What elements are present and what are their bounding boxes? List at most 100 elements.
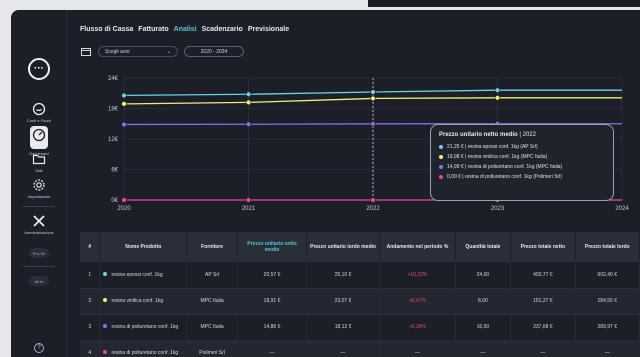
dashboard-icon — [32, 128, 46, 142]
data-point — [121, 101, 127, 107]
year-select[interactable]: Scegli anni ⌄ — [98, 46, 178, 57]
chart-tooltip: Prezzo unitario netto medio | 2022 21,25… — [430, 124, 614, 201]
data-point — [370, 95, 376, 102]
cell-number: 3 — [80, 314, 101, 341]
data-point — [370, 197, 376, 203]
cell-total-net: 237,68 € — [510, 314, 576, 341]
legend-dot — [103, 323, 108, 328]
col-header-product[interactable]: Nome Prodotto — [99, 232, 188, 262]
products-table: # Nome Prodotto Fornitore Prezzo unitari… — [80, 232, 640, 357]
x-tick-label: 2021 — [242, 206, 256, 212]
cell-total-net: 493,77 € — [510, 262, 576, 289]
cell-supplier: MPC Italia — [186, 314, 239, 341]
y-tick-label: 24€ — [108, 76, 119, 82]
wallet-icon — [32, 102, 46, 116]
cell-quantity: 8,00 — [455, 288, 512, 315]
cell-product: resina vinilica conf. 1kg — [99, 288, 188, 315]
divider — [23, 206, 55, 207]
tools-icon — [33, 215, 45, 227]
y-tick-label: 6€ — [111, 168, 118, 174]
calendar-icon[interactable] — [80, 47, 92, 57]
table-row[interactable]: 3 resina di poliuretano conf. 1kg MPC It… — [80, 314, 640, 341]
data-point — [245, 91, 252, 97]
cell-total-gross: 289,97 € — [575, 314, 640, 341]
tab-previsionale[interactable]: Previsionale — [248, 26, 289, 33]
tab-bar: Flusso di Cassa Fatturato Analisi Scaden… — [80, 26, 289, 33]
user-pill[interactable]: Mi m — [29, 276, 49, 286]
tooltip-row-text: 19,98 € | resina vinilica conf. 1kg (MPC… — [447, 154, 548, 160]
sidebar-item-amministrazione[interactable]: Amministrazione — [11, 214, 67, 235]
cell-total-net: 151,27 € — [510, 288, 576, 315]
tab-analisi[interactable]: Analisi — [174, 26, 197, 33]
cell-trend: +10,22% — [379, 262, 456, 289]
year-range[interactable]: 2020 - 2024 — [184, 46, 244, 57]
cell-product: resina di poliuretano conf. 1kg — [99, 314, 188, 341]
cell-supplier: AP Srl — [186, 262, 239, 289]
cell-number: 1 — [80, 262, 101, 289]
cell-total-gross: — — [575, 340, 640, 357]
col-header-trend[interactable]: Andamento nel periodo % — [379, 232, 456, 262]
sidebar-item-label: Impostazioni — [27, 194, 51, 199]
col-header-number: # — [80, 232, 101, 262]
app-logo[interactable]: ··· — [28, 58, 50, 80]
col-header-supplier[interactable]: Fornitore — [186, 232, 239, 262]
legend-dot — [103, 271, 108, 276]
table-header-row: # Nome Prodotto Fornitore Prezzo unitari… — [80, 232, 640, 262]
table-row[interactable]: 4 resina di poliuretano conf. 1kg Polime… — [80, 340, 640, 357]
data-point — [370, 121, 376, 127]
col-header-quantity[interactable]: Quantità totale — [455, 232, 512, 262]
cell-unit-gross: 25,10 € — [306, 262, 381, 289]
cell-total-gross: 184,55 € — [575, 288, 640, 315]
sidebar-item-label: Dati — [35, 168, 43, 173]
gear-icon — [33, 179, 45, 191]
sidebar: ··· Conti e Flussi Dashboard Dati Impost… — [11, 10, 67, 357]
y-tick-label: 12€ — [108, 137, 119, 143]
data-point — [245, 99, 252, 106]
chevron-down-icon: ⌄ — [166, 48, 171, 55]
col-header-total-gross[interactable]: Prezzo totale lordo — [575, 232, 640, 262]
col-header-unit-gross[interactable]: Prezzo unitario lordo medio — [306, 232, 381, 262]
legend-dot — [439, 175, 443, 179]
data-point — [245, 197, 252, 203]
filter-bar: Scegli anni ⌄ 2020 - 2024 — [80, 46, 244, 57]
top-strip — [368, 0, 640, 7]
folder-icon — [32, 154, 46, 165]
cell-product-text: resina vinilica conf. 1kg — [111, 297, 164, 304]
data-point — [370, 89, 376, 95]
cell-unit-net: 14,86 € — [237, 314, 307, 341]
help-icon[interactable]: ? — [34, 343, 44, 353]
legend-dot — [103, 297, 108, 302]
x-tick-label: 2022 — [366, 206, 380, 212]
tooltip-row-text: 21,25 € | resina epossi conf. 1kg (AP Sr… — [447, 144, 538, 150]
y-tick-label: 18€ — [108, 107, 119, 113]
legend-dot — [439, 165, 443, 169]
company-pill[interactable]: Pro-Sri — [29, 248, 49, 258]
sidebar-item-dati[interactable]: Dati — [11, 152, 67, 173]
tooltip-year: | 2022 — [519, 132, 536, 138]
col-header-unit-net[interactable]: Prezzo unitario netto medio — [237, 232, 307, 262]
tooltip-row: 0,00 € | resina di poliuretano conf. 1kg… — [439, 174, 605, 180]
legend-dot — [439, 145, 443, 149]
cell-total-gross: 602,40 € — [575, 262, 640, 289]
tooltip-row: 19,98 € | resina vinilica conf. 1kg (MPC… — [439, 154, 605, 160]
sidebar-item-impostazioni[interactable]: Impostazioni — [11, 178, 67, 199]
cell-unit-gross: — — [306, 340, 381, 357]
cell-supplier: MPC Italia — [186, 288, 239, 315]
tooltip-row-text: 14,99 € | resina di poliuretano conf. 1k… — [447, 164, 563, 170]
table-row[interactable]: 2 resina vinilica conf. 1kg MPC Italia 1… — [80, 288, 640, 315]
tab-fatturato[interactable]: Fatturato — [138, 26, 168, 33]
y-tick-label: 0€ — [111, 198, 118, 204]
col-header-total-net[interactable]: Prezzo totale netto — [510, 232, 576, 262]
divider — [23, 266, 55, 267]
sidebar-item-label: Amministrazione — [24, 230, 54, 235]
table-row[interactable]: 1 resina epossi conf. 1kg AP Srl 20,57 €… — [80, 262, 640, 289]
tab-flusso-di-cassa[interactable]: Flusso di Cassa — [80, 26, 133, 33]
cell-unit-gross: 18,12 € — [306, 314, 381, 341]
cell-product: resina di poliuretano conf. 1kg — [99, 340, 188, 357]
tab-scadenzario[interactable]: Scadenzario — [202, 26, 243, 33]
cell-product: resina epossi conf. 1kg — [99, 262, 188, 289]
sidebar-item-conti[interactable]: Conti e Flussi — [11, 102, 67, 123]
x-tick-label: 2020 — [117, 206, 131, 212]
cell-unit-net: 20,57 € — [237, 262, 307, 289]
app-window: ··· Conti e Flussi Dashboard Dati Impost… — [11, 10, 640, 357]
